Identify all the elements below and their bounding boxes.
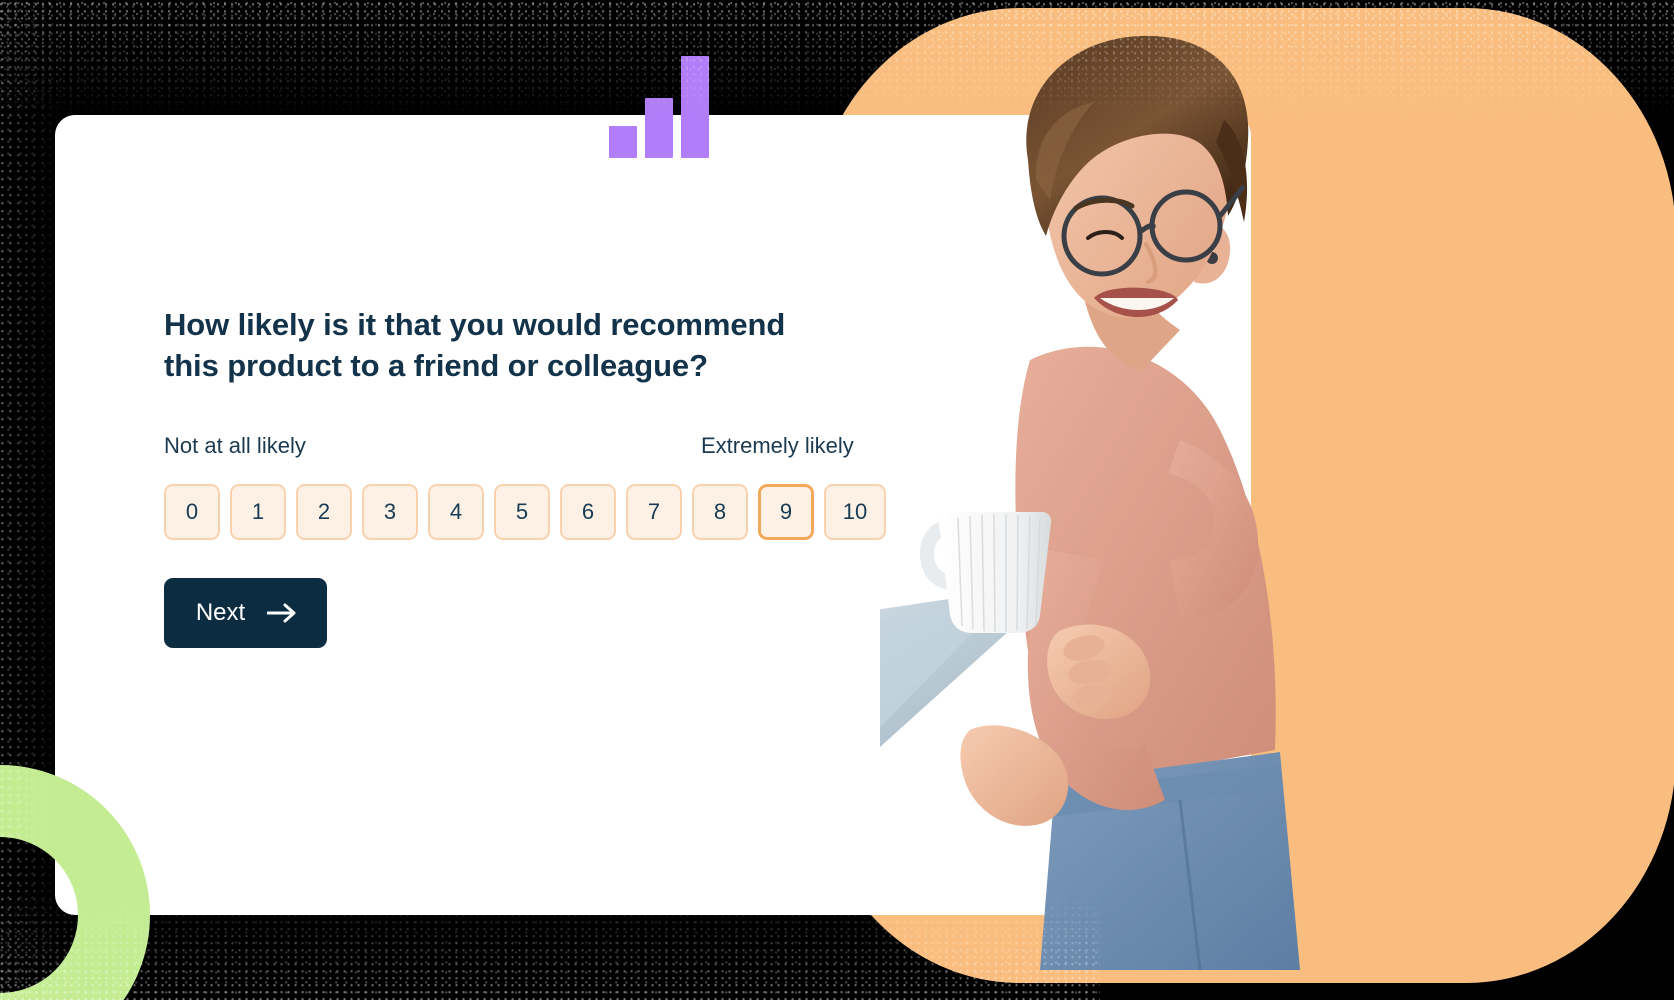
- scale-labels: Not at all likely Extremely likely: [164, 433, 894, 463]
- logo-bar-3: [681, 56, 709, 158]
- next-button-label: Next: [195, 598, 246, 626]
- rating-option-0[interactable]: 0: [164, 483, 220, 540]
- rating-scale: 0 1 2 3 4 5 6 7 8 9 10: [164, 483, 894, 540]
- logo-bar-2: [645, 98, 673, 158]
- rating-option-6[interactable]: 6: [560, 483, 616, 540]
- rating-option-9[interactable]: 9: [758, 483, 814, 540]
- bar-chart-logo: [609, 56, 709, 158]
- scale-high-label: Extremely likely: [701, 432, 854, 458]
- rating-option-2[interactable]: 2: [296, 483, 352, 540]
- rating-option-3[interactable]: 3: [362, 483, 418, 540]
- rating-option-4[interactable]: 4: [428, 483, 484, 540]
- rating-option-5[interactable]: 5: [494, 483, 550, 540]
- rating-option-8[interactable]: 8: [692, 483, 748, 540]
- next-button[interactable]: Next: [164, 577, 327, 648]
- arrow-right-icon: [266, 602, 297, 624]
- survey-content: How likely is it that you would recommen…: [164, 305, 894, 648]
- scale-low-label: Not at all likely: [164, 432, 306, 458]
- survey-question: How likely is it that you would recommen…: [164, 307, 786, 383]
- rating-option-10[interactable]: 10: [824, 483, 886, 540]
- rating-option-1[interactable]: 1: [230, 483, 286, 540]
- rating-option-7[interactable]: 7: [626, 483, 682, 540]
- logo-bar-1: [609, 126, 637, 158]
- screenshot-stage: How likely is it that you would recommen…: [0, 0, 1674, 1000]
